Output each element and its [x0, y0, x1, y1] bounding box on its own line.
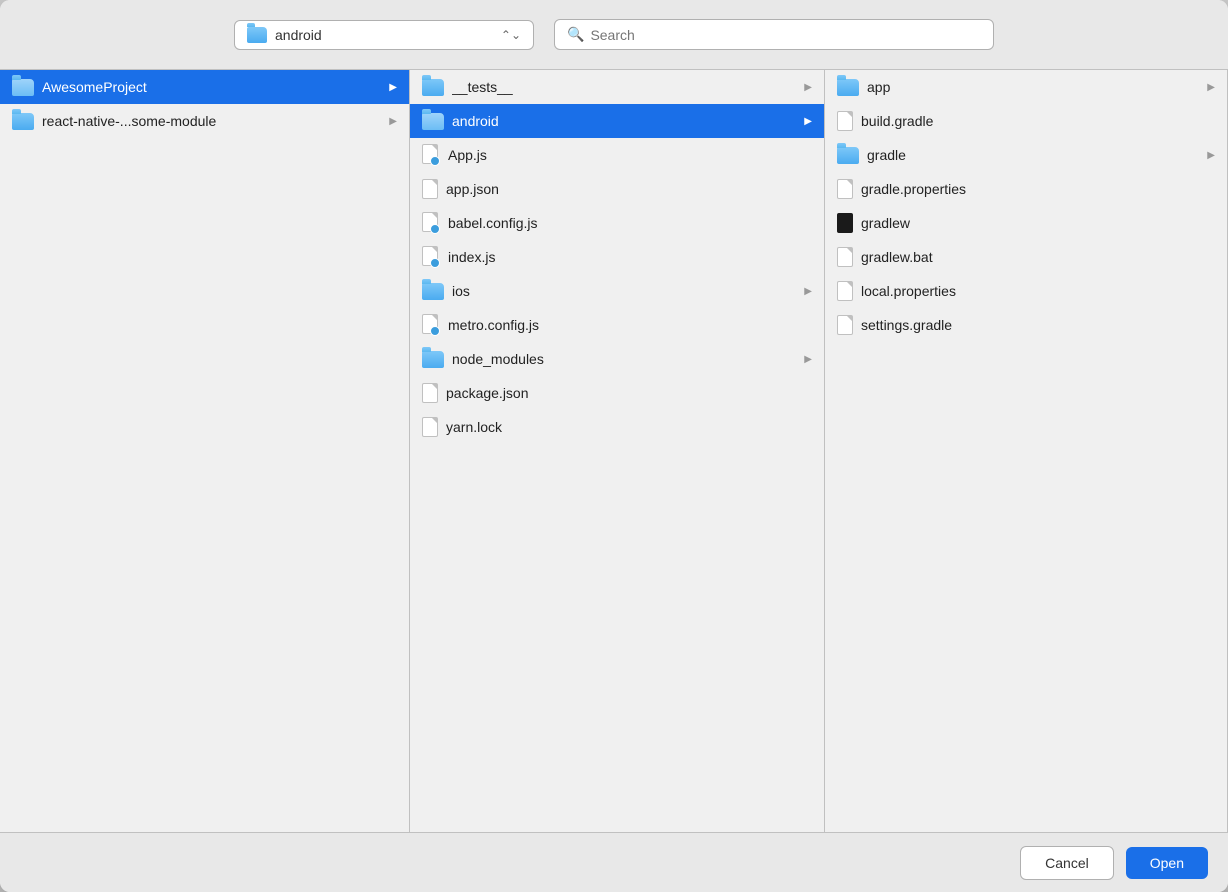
- right-scroll[interactable]: app ▶ build.gradle gradle ▶ gradle.properties…: [825, 70, 1227, 832]
- item-label: gradle.properties: [861, 181, 1215, 197]
- item-label: app.json: [446, 181, 812, 197]
- file-browser: AwesomeProject▶react-native-...some-modu…: [0, 70, 1228, 832]
- item-label: package.json: [446, 385, 812, 401]
- list-item[interactable]: local.properties: [825, 274, 1227, 308]
- item-label: babel.config.js: [448, 215, 812, 231]
- js-file-icon: [422, 246, 440, 268]
- file-icon: [837, 315, 853, 335]
- item-label: node_modules: [452, 351, 796, 367]
- column-right: app ▶ build.gradle gradle ▶ gradle.properties…: [825, 70, 1228, 832]
- chevron-right-icon: ▶: [1207, 82, 1215, 93]
- list-item[interactable]: package.json: [410, 376, 824, 410]
- list-item[interactable]: react-native-...some-module ▶: [0, 104, 409, 138]
- chevron-right-icon: ▶: [804, 354, 812, 365]
- list-item[interactable]: metro.config.js: [410, 308, 824, 342]
- chevron-right-icon: ▶: [389, 116, 397, 127]
- left-scroll[interactable]: AwesomeProject▶react-native-...some-modu…: [0, 70, 409, 832]
- item-label: index.js: [448, 249, 812, 265]
- file-icon: [422, 383, 438, 403]
- list-item[interactable]: app ▶: [825, 70, 1227, 104]
- toolbar: android ⌃⌄ 🔍: [0, 0, 1228, 70]
- open-button[interactable]: Open: [1126, 847, 1208, 879]
- list-item[interactable]: gradlew: [825, 206, 1227, 240]
- chevron-right-icon: ▶: [804, 286, 812, 297]
- list-item[interactable]: app.json: [410, 172, 824, 206]
- item-label: gradlew: [861, 215, 1215, 231]
- search-input[interactable]: [590, 27, 981, 43]
- list-item[interactable]: index.js: [410, 240, 824, 274]
- list-item[interactable]: android ▶: [410, 104, 824, 138]
- column-left: AwesomeProject▶react-native-...some-modu…: [0, 70, 410, 832]
- folder-icon: [837, 147, 859, 164]
- item-label: android: [452, 113, 796, 129]
- folder-icon: [422, 283, 444, 300]
- js-file-icon: [422, 144, 440, 166]
- chevron-right-icon: ▶: [804, 82, 812, 93]
- item-label: ios: [452, 283, 796, 299]
- file-icon: [837, 179, 853, 199]
- search-box: 🔍: [554, 19, 994, 50]
- item-label: gradle: [867, 147, 1199, 163]
- file-icon: [837, 111, 853, 131]
- file-dialog: android ⌃⌄ 🔍 AwesomeProject▶react-native…: [0, 0, 1228, 892]
- list-item[interactable]: App.js: [410, 138, 824, 172]
- list-item[interactable]: babel.config.js: [410, 206, 824, 240]
- folder-icon: [422, 113, 444, 130]
- list-item[interactable]: node_modules ▶: [410, 342, 824, 376]
- list-item[interactable]: __tests__ ▶: [410, 70, 824, 104]
- folder-icon-selector: [247, 27, 267, 43]
- middle-scroll[interactable]: __tests__ ▶ android ▶ App.js app.json babel.co…: [410, 70, 824, 832]
- item-label: local.properties: [861, 283, 1215, 299]
- item-label: settings.gradle: [861, 317, 1215, 333]
- js-file-icon: [422, 212, 440, 234]
- file-icon: [422, 179, 438, 199]
- chevron-right-icon: ▶: [804, 116, 812, 127]
- folder-icon: [837, 79, 859, 96]
- list-item[interactable]: build.gradle: [825, 104, 1227, 138]
- item-label: build.gradle: [861, 113, 1215, 129]
- bottom-bar: Cancel Open: [0, 832, 1228, 892]
- list-item[interactable]: gradlew.bat: [825, 240, 1227, 274]
- item-label: AwesomeProject: [42, 79, 381, 95]
- folder-icon: [422, 79, 444, 96]
- js-file-icon: [422, 314, 440, 336]
- file-icon: [837, 247, 853, 267]
- item-label: App.js: [448, 147, 812, 163]
- list-item[interactable]: yarn.lock: [410, 410, 824, 444]
- item-label: metro.config.js: [448, 317, 812, 333]
- folder-selector[interactable]: android ⌃⌄: [234, 20, 534, 50]
- folder-icon: [12, 113, 34, 130]
- list-item[interactable]: AwesomeProject ▶: [0, 70, 409, 104]
- selected-folder-name: android: [275, 27, 493, 43]
- search-icon: 🔍: [567, 26, 584, 43]
- stepper-icon: ⌃⌄: [501, 28, 521, 42]
- list-item[interactable]: settings.gradle: [825, 308, 1227, 342]
- file-icon: [422, 417, 438, 437]
- list-item[interactable]: ios ▶: [410, 274, 824, 308]
- list-item[interactable]: gradle ▶: [825, 138, 1227, 172]
- folder-icon: [422, 351, 444, 368]
- item-label: gradlew.bat: [861, 249, 1215, 265]
- cancel-button[interactable]: Cancel: [1020, 846, 1114, 880]
- item-label: yarn.lock: [446, 419, 812, 435]
- item-label: __tests__: [452, 79, 796, 95]
- dark-file-icon: [837, 213, 853, 233]
- chevron-right-icon: ▶: [389, 82, 397, 93]
- folder-icon: [12, 79, 34, 96]
- item-label: react-native-...some-module: [42, 113, 381, 129]
- item-label: app: [867, 79, 1199, 95]
- column-middle: __tests__ ▶ android ▶ App.js app.json babel.co…: [410, 70, 825, 832]
- chevron-right-icon: ▶: [1207, 150, 1215, 161]
- list-item[interactable]: gradle.properties: [825, 172, 1227, 206]
- file-icon: [837, 281, 853, 301]
